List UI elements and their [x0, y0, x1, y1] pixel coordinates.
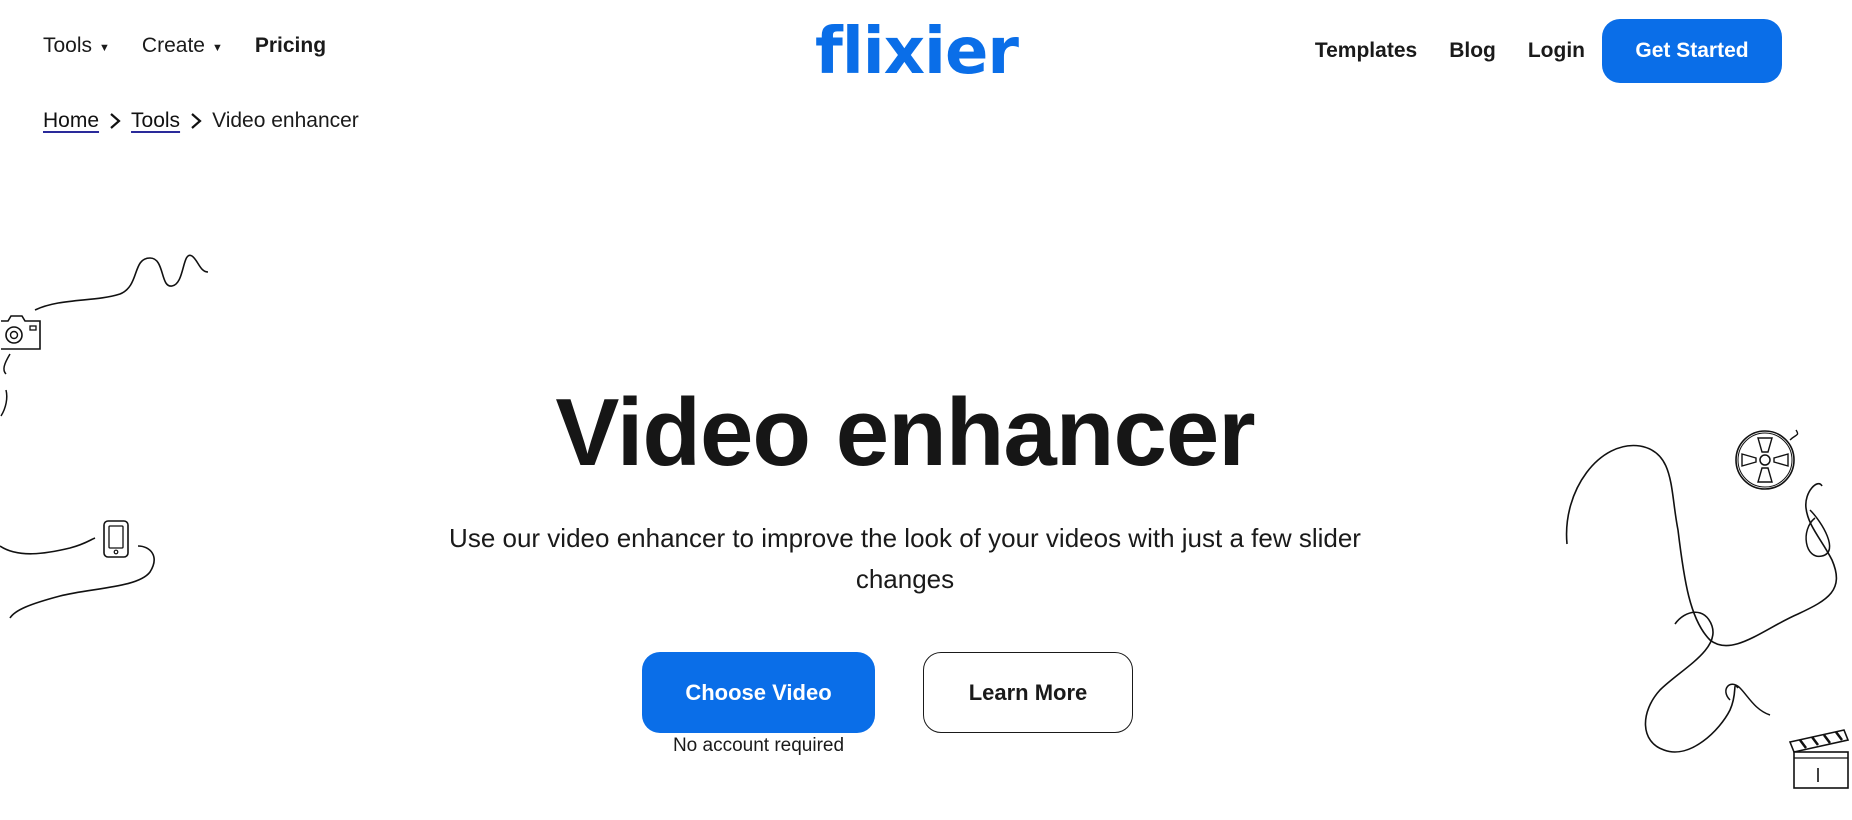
- learn-more-button[interactable]: Learn More: [923, 652, 1133, 733]
- clapperboard-icon: [1788, 729, 1850, 789]
- decorative-squiggle-line: [0, 537, 155, 619]
- decorative-curve: [0, 353, 11, 417]
- nav-templates-link[interactable]: Templates: [1315, 39, 1417, 63]
- nav-blog-link[interactable]: Blog: [1449, 39, 1496, 63]
- caret-down-icon: ▼: [211, 41, 223, 54]
- nav-pricing-link[interactable]: Pricing: [255, 34, 326, 58]
- nav-pricing-label: Pricing: [254, 34, 327, 57]
- nav-create-dropdown[interactable]: Create ▼: [142, 34, 223, 58]
- hero-subtitle: Use our video enhancer to improve the lo…: [449, 523, 1361, 594]
- phone-icon: [103, 520, 129, 558]
- caret-down-icon: ▼: [99, 41, 110, 54]
- chevron-right-icon: [190, 112, 202, 130]
- camera-icon: [1, 315, 41, 350]
- page: Tools ▼ Create ▼ Pricing flixier Templat…: [0, 0, 1852, 820]
- film-reel-icon: [1735, 429, 1799, 490]
- flixier-logo[interactable]: flixier: [815, 12, 1019, 92]
- breadcrumb-tools-link[interactable]: Tools: [131, 109, 180, 133]
- breadcrumb-current: Video enhancer: [212, 109, 359, 132]
- nav-login-link[interactable]: Login: [1528, 39, 1585, 63]
- no-account-note: No account required: [672, 735, 845, 756]
- nav-tools-dropdown[interactable]: Tools ▼: [43, 34, 110, 58]
- nav-create-label: Create: [141, 34, 205, 57]
- secondary-nav: Templates Blog Login Get Started: [1283, 19, 1782, 83]
- breadcrumb: Home Tools Video enhancer: [43, 109, 359, 133]
- get-started-button[interactable]: Get Started: [1602, 19, 1782, 83]
- chevron-right-icon: [109, 112, 121, 130]
- choose-video-button[interactable]: Choose Video: [642, 652, 875, 733]
- page-title: Video enhancer: [555, 379, 1255, 486]
- decorative-squiggle-line: [1565, 444, 1838, 753]
- breadcrumb-home-link[interactable]: Home: [43, 109, 99, 133]
- primary-nav: Tools ▼ Create ▼ Pricing: [43, 34, 358, 58]
- nav-tools-label: Tools: [43, 34, 93, 57]
